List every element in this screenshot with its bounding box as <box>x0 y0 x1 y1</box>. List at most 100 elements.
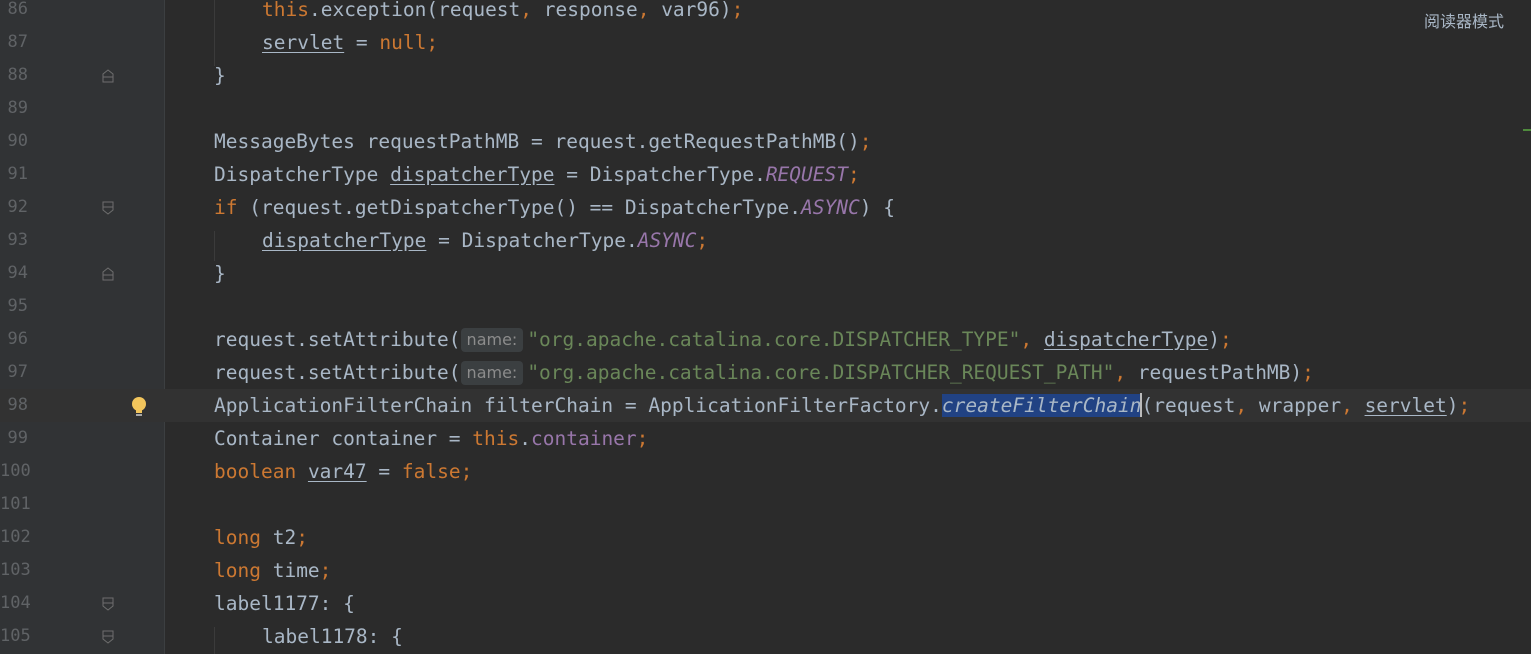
line-number: 88 <box>7 65 28 85</box>
line-number: 104 <box>0 593 31 613</box>
line-number: 86 <box>7 0 28 19</box>
line-number: 97 <box>7 362 28 382</box>
code-token: time <box>260 559 320 582</box>
code-text[interactable]: request.setAttribute(name: "org.apache.ca… <box>214 323 1232 356</box>
constant-token: ASYNC <box>637 229 697 252</box>
code-token: (request.getDispatcherType() == Dispatch… <box>237 196 802 219</box>
code-token: requestPathMB) <box>1137 361 1303 384</box>
code-text[interactable]: request.setAttribute(name: "org.apache.ca… <box>214 356 1314 389</box>
punct-token: ; <box>319 559 332 582</box>
code-text[interactable]: ApplicationFilterChain filterChain = App… <box>214 389 1470 422</box>
punct-token: , <box>1235 394 1259 417</box>
code-text[interactable]: if (request.getDispatcherType() == Dispa… <box>214 191 895 224</box>
code-text[interactable]: label1177: { <box>214 587 355 620</box>
code-line-91[interactable]: 91 DispatcherType dispatcherType = Dispa… <box>0 158 1531 191</box>
fold-start-icon[interactable] <box>102 630 114 644</box>
code-line-103[interactable]: 103 long time; <box>0 554 1531 587</box>
keyword-token: null <box>379 31 427 54</box>
code-text[interactable]: servlet = null; <box>262 26 438 59</box>
fold-start-icon[interactable] <box>102 201 114 215</box>
code-text[interactable]: } <box>214 59 226 92</box>
lightbulb-icon[interactable] <box>130 396 148 418</box>
code-line-95[interactable]: 95 <box>0 290 1531 323</box>
punct-token: ; <box>636 427 649 450</box>
code-token: label1178: { <box>262 625 403 648</box>
constant-token: REQUEST <box>765 163 848 186</box>
code-line-102[interactable]: 102 long t2; <box>0 521 1531 554</box>
punct-token: ; <box>696 229 709 252</box>
variable-token: dispatcherType <box>262 229 427 252</box>
code-text[interactable]: } <box>214 257 226 290</box>
code-line-100[interactable]: 100 boolean var47 = false; <box>0 455 1531 488</box>
code-token: t2 <box>260 526 297 549</box>
line-number: 87 <box>7 32 28 52</box>
code-text[interactable]: DispatcherType dispatcherType = Dispatch… <box>214 158 860 191</box>
code-line-94[interactable]: 94 } <box>0 257 1531 290</box>
code-line-98[interactable]: 98 ApplicationFilterChain filterChain = … <box>0 389 1531 422</box>
code-line-86[interactable]: 86 this.exception(request, response, var… <box>0 0 1531 26</box>
code-token: label1177: { <box>214 592 355 615</box>
code-token: .exception(request <box>308 0 521 21</box>
fold-end-icon[interactable] <box>102 267 114 281</box>
keyword-token: boolean <box>214 460 297 483</box>
code-token: = <box>344 31 380 54</box>
code-line-105[interactable]: 105 label1178: { <box>0 620 1531 653</box>
punct-token: ; <box>1458 394 1471 417</box>
punct-token: ; <box>731 0 744 21</box>
field-token: container <box>531 427 637 450</box>
code-line-97[interactable]: 97 request.setAttribute(name: "org.apache… <box>0 356 1531 389</box>
line-number: 100 <box>0 461 31 481</box>
string-token: "org.apache.catalina.core.DISPATCHER_TYP… <box>527 328 1021 351</box>
code-editor[interactable]: 86 this.exception(request, response, var… <box>0 0 1531 654</box>
code-line-99[interactable]: 99 Container container = this.container; <box>0 422 1531 455</box>
code-token: ApplicationFilterChain filterChain = App… <box>214 394 942 417</box>
code-line-96[interactable]: 96 request.setAttribute(name: "org.apache… <box>0 323 1531 356</box>
code-line-101[interactable]: 101 <box>0 488 1531 521</box>
code-text[interactable]: label1178: { <box>262 620 403 653</box>
code-token: ) { <box>859 196 895 219</box>
code-token: request.setAttribute( <box>214 328 461 351</box>
fold-end-icon[interactable] <box>102 69 114 83</box>
code-token: response <box>543 0 638 21</box>
variable-token: dispatcherType <box>390 163 555 186</box>
change-marker <box>1523 129 1531 131</box>
keyword-token: if <box>214 196 238 219</box>
code-text[interactable]: MessageBytes requestPathMB = request.get… <box>214 125 871 158</box>
code-line-93[interactable]: 93 dispatcherType = DispatcherType.ASYNC… <box>0 224 1531 257</box>
code-text[interactable]: long t2; <box>214 521 308 554</box>
line-number: 103 <box>0 560 31 580</box>
code-text[interactable]: long time; <box>214 554 331 587</box>
punct-token: , <box>1114 361 1138 384</box>
code-line-89[interactable]: 89 <box>0 92 1531 125</box>
code-token: ) <box>1446 394 1459 417</box>
code-text[interactable]: boolean var47 = false; <box>214 455 472 488</box>
code-token: } <box>214 64 226 87</box>
reader-mode-button[interactable]: 阅读器模式 <box>1424 8 1504 32</box>
code-token: MessageBytes requestPathMB = request.get… <box>214 130 860 153</box>
punct-token: , <box>520 0 544 21</box>
variable-token: servlet <box>262 31 345 54</box>
code-line-87[interactable]: 87 servlet = null; <box>0 26 1531 59</box>
variable-token: dispatcherType <box>1043 328 1209 351</box>
line-number: 98 <box>7 395 28 415</box>
code-text[interactable]: dispatcherType = DispatcherType.ASYNC; <box>262 224 708 257</box>
code-line-88[interactable]: 88 } <box>0 59 1531 92</box>
selected-method-token: createFilterChain <box>941 394 1142 417</box>
punct-token: ; <box>859 130 872 153</box>
keyword-token: long <box>214 526 261 549</box>
keyword-token: long <box>214 559 261 582</box>
code-text[interactable]: this.exception(request, response, var96)… <box>262 0 743 26</box>
code-line-104[interactable]: 104 label1177: { <box>0 587 1531 620</box>
punct-token: ; <box>460 460 473 483</box>
code-token: var96) <box>661 0 732 21</box>
code-line-90[interactable]: 90 MessageBytes requestPathMB = request.… <box>0 125 1531 158</box>
code-text[interactable]: Container container = this.container; <box>214 422 648 455</box>
keyword-token: false <box>401 460 461 483</box>
variable-token: servlet <box>1364 394 1447 417</box>
code-line-92[interactable]: 92 if (request.getDispatcherType() == Di… <box>0 191 1531 224</box>
fold-start-icon[interactable] <box>102 597 114 611</box>
code-token: . <box>519 427 531 450</box>
code-token: = DispatcherType. <box>554 163 766 186</box>
string-token: "org.apache.catalina.core.DISPATCHER_REQ… <box>527 361 1115 384</box>
